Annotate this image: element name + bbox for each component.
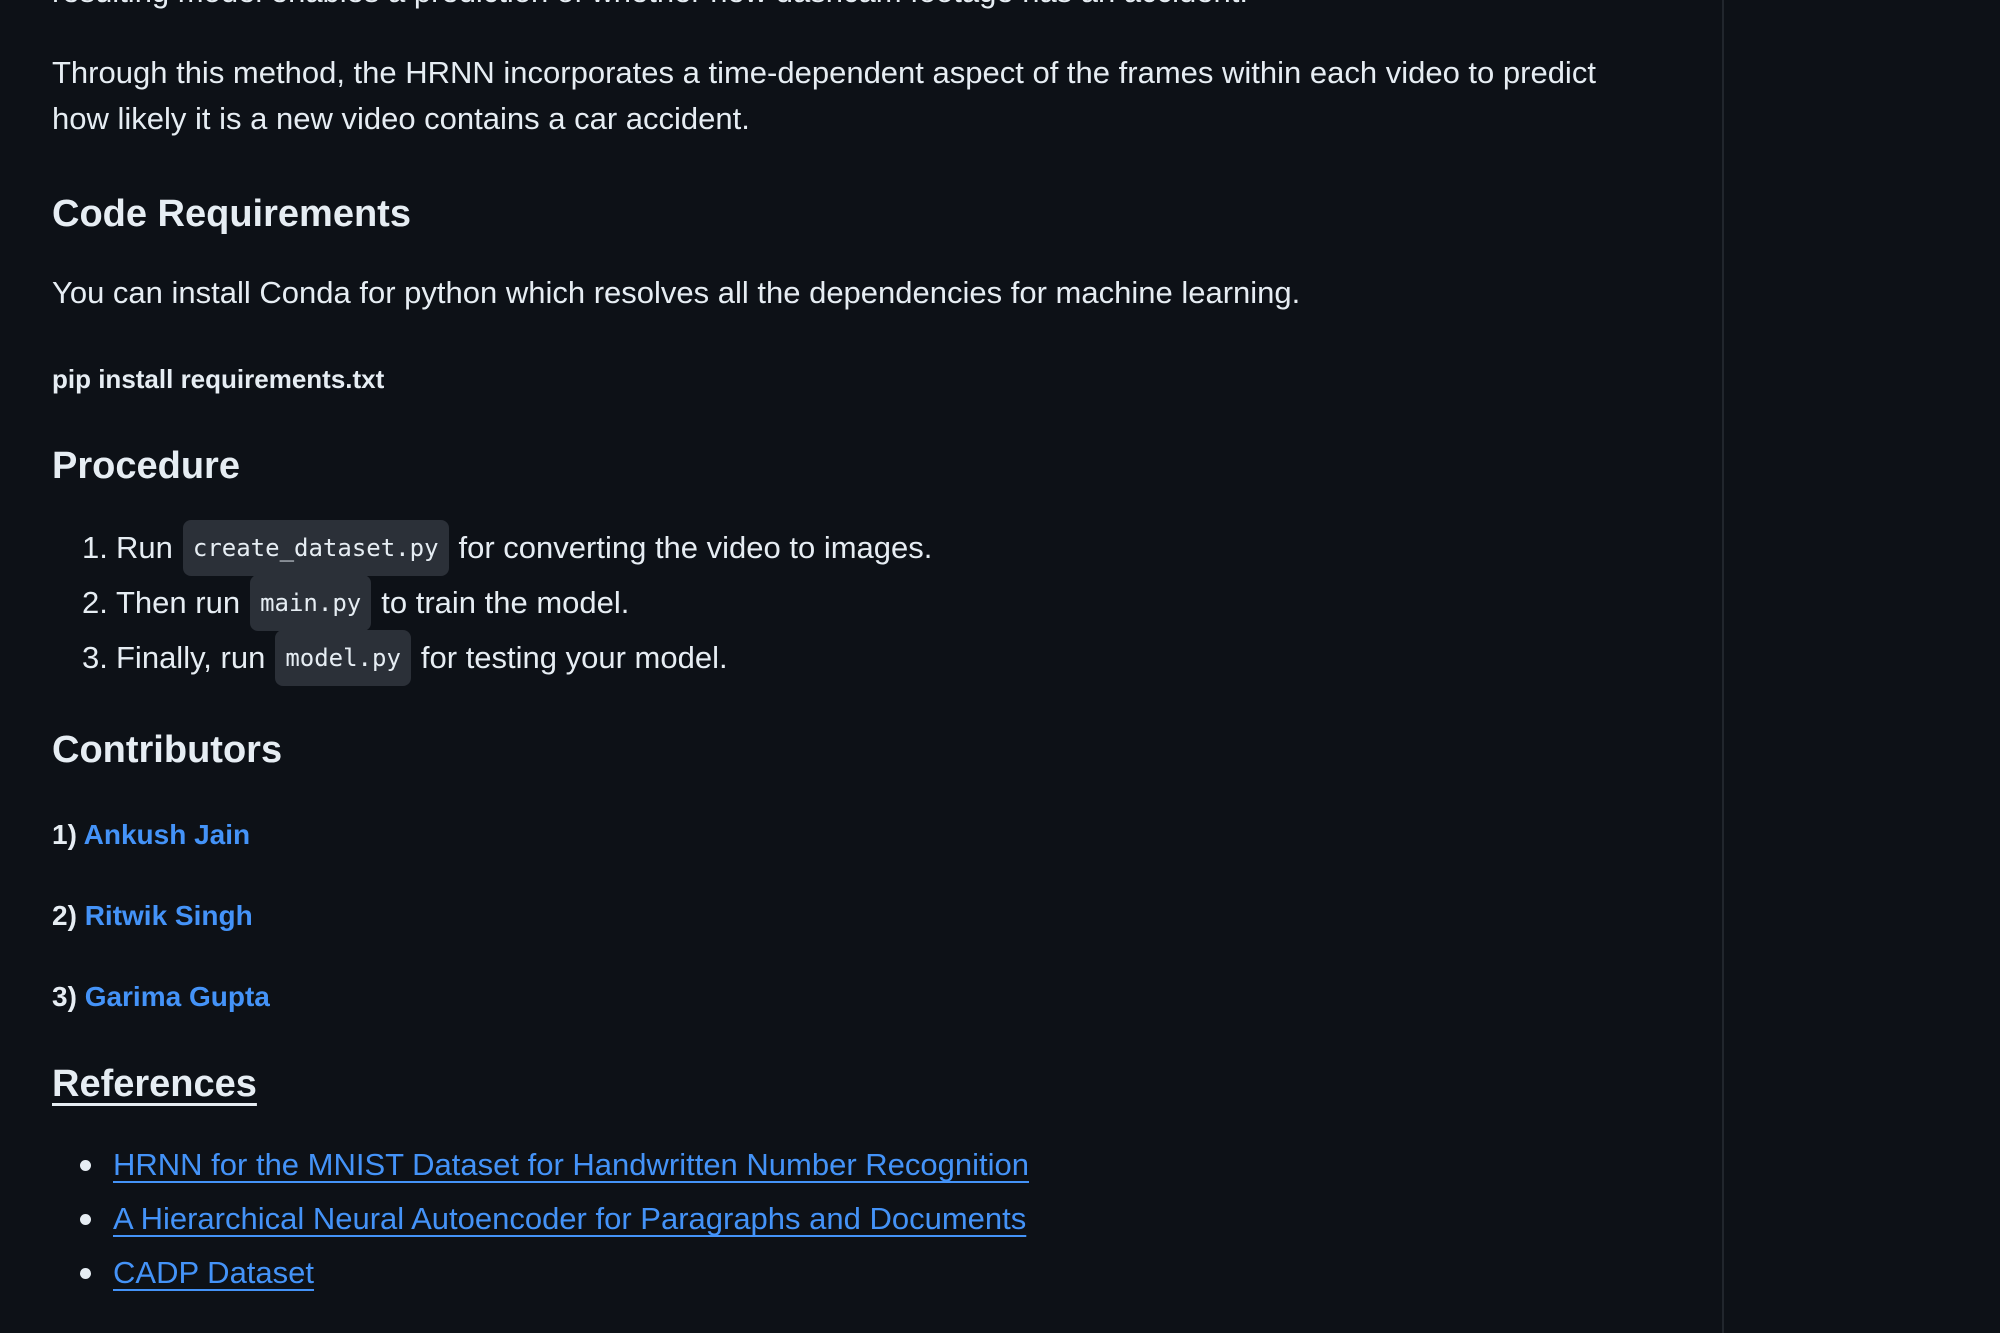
step-number: 2. [82, 584, 108, 620]
references-list: HRNN for the MNIST Dataset for Handwritt… [80, 1138, 1029, 1300]
intro-paragraph-line: Through this method, the HRNN incorporat… [52, 55, 1596, 90]
step-text: Run [116, 529, 173, 565]
intro-paragraph-line: how likely it is a new video contains a … [52, 101, 750, 136]
contributor-link-ritwik-singh[interactable]: Ritwik Singh [85, 900, 253, 931]
step-code: model.py [275, 629, 411, 686]
contributor-item: 1) Ankush Jain [52, 816, 250, 854]
step-text: for converting the video to images. [458, 529, 933, 565]
intro-paragraph: Through this method, the HRNN incorporat… [52, 50, 1596, 142]
reference-item: HRNN for the MNIST Dataset for Handwritt… [80, 1138, 1029, 1192]
bullet-icon [80, 1159, 91, 1171]
code-requirements-heading: Code Requirements [52, 193, 411, 235]
install-command: pip install requirements.txt [52, 364, 385, 394]
step-text: Then run [116, 584, 241, 620]
step-code: main.py [250, 574, 372, 631]
procedure-step: 3. Finally, run model.py for testing you… [82, 629, 932, 686]
step-code: create_dataset.py [182, 519, 449, 576]
reference-item: CADP Dataset [80, 1246, 1029, 1300]
contributor-item: 2) Ritwik Singh [52, 897, 253, 935]
step-text: for testing your model. [420, 639, 728, 675]
readme-content: resulting model enables a prediction of … [52, 0, 1692, 1333]
code-requirements-text: You can install Conda for python which r… [52, 275, 1301, 310]
step-text: Finally, run [116, 639, 266, 675]
reference-link-hierarchical-autoencoder[interactable]: A Hierarchical Neural Autoencoder for Pa… [113, 1197, 1026, 1241]
procedure-list: 1. Run create_dataset.py for converting … [82, 519, 933, 686]
reference-item: A Hierarchical Neural Autoencoder for Pa… [80, 1192, 1029, 1246]
contributor-link-ankush-jain[interactable]: Ankush Jain [84, 819, 250, 850]
contributor-number: 1) [52, 819, 77, 850]
contributor-number: 3) [52, 981, 77, 1012]
bullet-icon [80, 1213, 91, 1225]
references-heading[interactable]: References [52, 1060, 257, 1108]
procedure-step: 2. Then run main.py to train the model. [82, 574, 932, 631]
step-number: 1. [82, 529, 108, 565]
reference-link-cadp-dataset[interactable]: CADP Dataset [113, 1251, 314, 1295]
sidebar-divider [1722, 0, 1724, 1333]
contributors-heading: Contributors [52, 729, 283, 771]
step-text: to train the model. [381, 584, 630, 620]
contributor-link-garima-gupta[interactable]: Garima Gupta [85, 981, 270, 1012]
reference-link-hrnn-mnist[interactable]: HRNN for the MNIST Dataset for Handwritt… [113, 1143, 1029, 1187]
truncated-paragraph: resulting model enables a prediction of … [52, 0, 1248, 12]
bullet-icon [80, 1267, 91, 1279]
step-number: 3. [82, 639, 108, 675]
procedure-heading: Procedure [52, 445, 240, 487]
contributor-number: 2) [52, 900, 77, 931]
procedure-step: 1. Run create_dataset.py for converting … [82, 519, 933, 576]
contributor-item: 3) Garima Gupta [52, 978, 270, 1016]
